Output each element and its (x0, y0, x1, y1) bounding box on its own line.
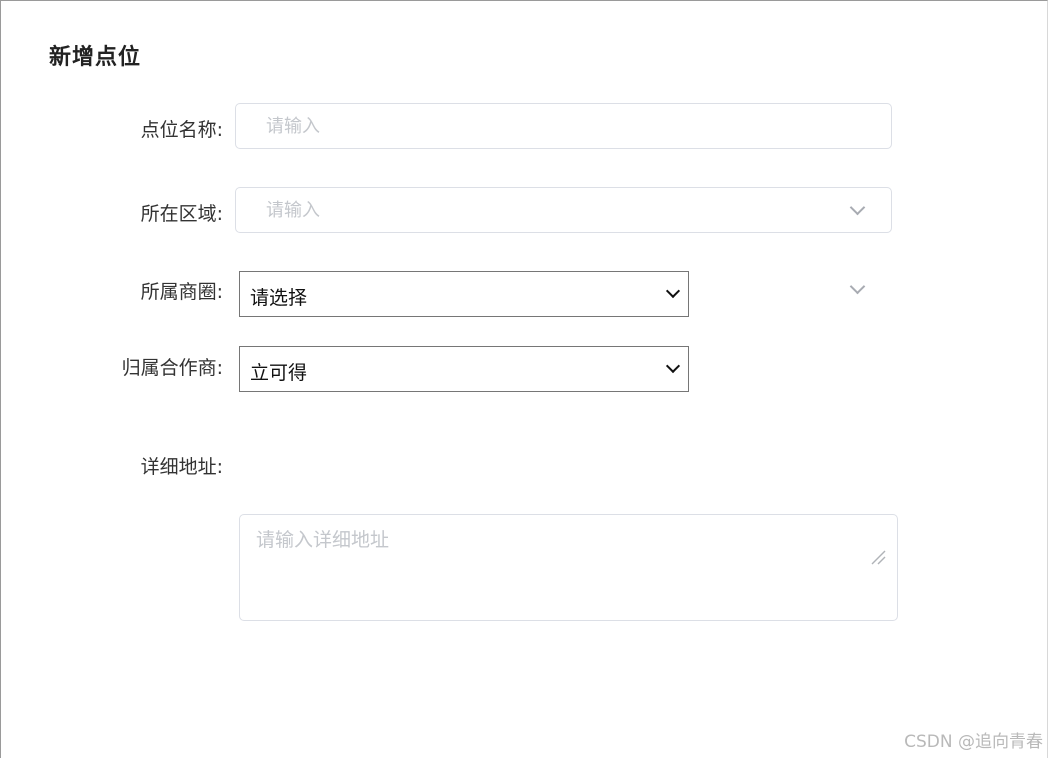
watermark: CSDN @追向青春 (904, 732, 1043, 752)
business-circle-select[interactable]: 请选择 (239, 271, 689, 317)
chevron-down-icon[interactable] (849, 278, 866, 295)
region-label: 所在区域: (140, 203, 223, 225)
add-point-dialog: 新增点位 点位名称: 所在区域: 所属商圈: 请选择 归属合作商: 立可得 详细… (0, 0, 1048, 758)
point-name-input[interactable] (266, 104, 826, 148)
chevron-down-icon[interactable] (849, 199, 866, 216)
address-field[interactable] (239, 514, 898, 621)
point-name-field[interactable] (235, 103, 892, 149)
address-textarea[interactable] (256, 525, 856, 605)
partner-label: 归属合作商: (121, 357, 223, 379)
business-circle-label: 所属商圈: (140, 281, 223, 303)
resize-handle-icon[interactable] (869, 548, 887, 566)
select-arrow-icon (665, 358, 681, 374)
region-select[interactable] (235, 187, 892, 233)
point-name-label: 点位名称: (140, 119, 223, 141)
partner-select[interactable]: 立可得 (239, 346, 689, 392)
address-label: 详细地址: (140, 456, 223, 478)
business-circle-selected: 请选择 (250, 287, 308, 309)
select-arrow-icon (665, 283, 681, 299)
dialog-title: 新增点位 (49, 45, 142, 70)
partner-selected: 立可得 (250, 362, 308, 384)
region-input[interactable] (266, 188, 826, 232)
